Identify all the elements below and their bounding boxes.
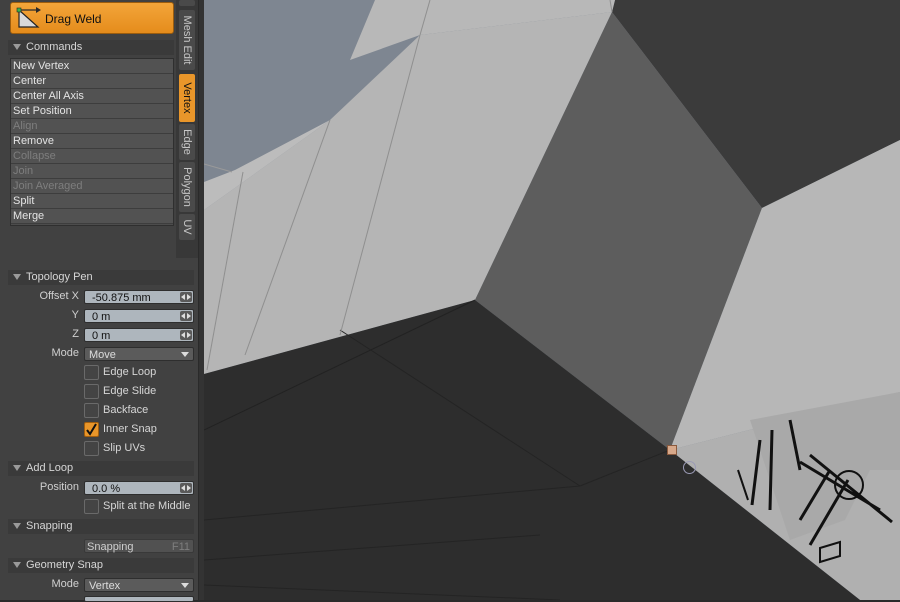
slip-uvs-checkbox[interactable]	[84, 441, 99, 456]
viewport-mesh[interactable]	[204, 0, 900, 600]
command-remove[interactable]: Remove	[11, 134, 173, 149]
snapping-toggle-button[interactable]: Snapping F11	[84, 539, 194, 553]
command-join[interactable]: Join	[11, 164, 173, 179]
command-align[interactable]: Align	[11, 119, 173, 134]
mode-value: Move	[89, 349, 116, 361]
checkmark-icon	[86, 423, 97, 436]
snapping-shortcut: F11	[171, 541, 190, 553]
command-center-all-axis[interactable]: Center All Axis	[11, 89, 173, 104]
topology-pen-header-label: Topology Pen	[26, 271, 93, 283]
dropdown-arrow-icon	[181, 352, 189, 357]
z-field[interactable]: 0 m	[84, 328, 194, 342]
geometry-mode-value: Vertex	[89, 580, 121, 592]
drag-weld-label: Drag Weld	[45, 12, 102, 26]
tab-polygon-label: Polygon	[181, 167, 193, 207]
position-field[interactable]: 0.0 %	[84, 481, 194, 495]
tab-vertex[interactable]: Vertex	[179, 74, 195, 122]
edge-loop-label: Edge Loop	[103, 366, 157, 378]
y-field[interactable]: 0 m	[84, 309, 194, 323]
collapse-triangle-icon	[13, 523, 21, 530]
topology-pen-section-header[interactable]: Topology Pen	[8, 270, 194, 285]
spin-arrows-icon[interactable]	[180, 292, 192, 302]
tab-polygon[interactable]: Polygon	[179, 162, 195, 212]
command-set-position[interactable]: Set Position	[11, 104, 173, 119]
spin-arrows-icon[interactable]	[180, 311, 192, 321]
cursor-ring-icon	[683, 461, 696, 474]
backface-checkbox[interactable]	[84, 403, 99, 418]
mode-label: Mode	[51, 347, 79, 359]
collapse-triangle-icon	[13, 274, 21, 281]
backface-label: Backface	[103, 404, 149, 416]
commands-list: New Vertex Center Center All Axis Set Po…	[10, 58, 174, 226]
split-middle-label: Split at the Middle	[103, 500, 191, 512]
tab-mesh-edit-label: Mesh Edit	[181, 15, 193, 65]
z-value: 0 m	[92, 330, 111, 342]
inner-snap-label: Inner Snap	[103, 423, 157, 435]
drag-weld-button[interactable]: Drag Weld	[10, 2, 174, 34]
tab-uv[interactable]: UV	[179, 214, 195, 240]
position-value: 0.0 %	[92, 483, 121, 495]
command-center[interactable]: Center	[11, 74, 173, 89]
snapping-header-label: Snapping	[26, 520, 73, 532]
geometry-snap-section-header[interactable]: Geometry Snap	[8, 558, 194, 573]
add-loop-section-header[interactable]: Add Loop	[8, 461, 194, 476]
command-new-vertex[interactable]: New Vertex	[11, 59, 173, 74]
tab-edge[interactable]: Edge	[179, 124, 195, 160]
command-join-averaged[interactable]: Join Averaged	[11, 179, 173, 194]
tab-vertex-label: Vertex	[181, 82, 193, 114]
spin-arrows-icon[interactable]	[180, 483, 192, 493]
collapse-triangle-icon	[13, 44, 21, 51]
tab-mesh-edit[interactable]: Mesh Edit	[179, 10, 195, 70]
next-field-cutoff[interactable]	[84, 596, 194, 602]
y-value: 0 m	[92, 311, 111, 323]
mode-dropdown[interactable]: Move	[84, 347, 194, 361]
y-label: Y	[71, 309, 79, 321]
tab-cutoff[interactable]	[179, 0, 195, 6]
commands-section-header[interactable]: Commands	[8, 40, 174, 55]
edge-slide-label: Edge Slide	[103, 385, 157, 397]
tool-properties-panel: Drag Weld Commands New Vertex Center Cen…	[0, 0, 198, 602]
offset-x-label: Offset X	[39, 290, 79, 302]
commands-header-label: Commands	[26, 41, 83, 53]
selected-vertex-marker-icon	[667, 445, 677, 455]
offset-x-field[interactable]: -50.875 mm	[84, 290, 194, 304]
position-label: Position	[39, 481, 79, 493]
edge-loop-checkbox[interactable]	[84, 365, 99, 380]
geometry-snap-header-label: Geometry Snap	[26, 559, 104, 571]
geometry-mode-label: Mode	[51, 578, 79, 590]
spin-arrows-icon[interactable]	[180, 330, 192, 340]
slip-uvs-label: Slip UVs	[103, 442, 146, 454]
collapse-triangle-icon	[13, 465, 21, 472]
add-loop-header-label: Add Loop	[26, 462, 74, 474]
snapping-button-label: Snapping	[87, 541, 134, 553]
command-split[interactable]: Split	[11, 194, 173, 209]
geometry-mode-dropdown[interactable]: Vertex	[84, 578, 194, 592]
dropdown-arrow-icon	[181, 583, 189, 588]
3d-viewport[interactable]	[204, 0, 900, 600]
command-collapse[interactable]: Collapse	[11, 149, 173, 164]
tab-uv-label: UV	[181, 219, 193, 235]
inner-snap-checkbox[interactable]	[84, 422, 99, 437]
offset-x-value: -50.875 mm	[92, 292, 151, 304]
drag-weld-icon	[16, 7, 41, 28]
split-middle-checkbox[interactable]	[84, 499, 99, 514]
z-label: Z	[72, 328, 79, 340]
tab-edge-label: Edge	[181, 129, 193, 155]
command-merge[interactable]: Merge	[11, 209, 173, 224]
collapse-triangle-icon	[13, 562, 21, 569]
edge-slide-checkbox[interactable]	[84, 384, 99, 399]
snapping-section-header[interactable]: Snapping	[8, 519, 194, 534]
